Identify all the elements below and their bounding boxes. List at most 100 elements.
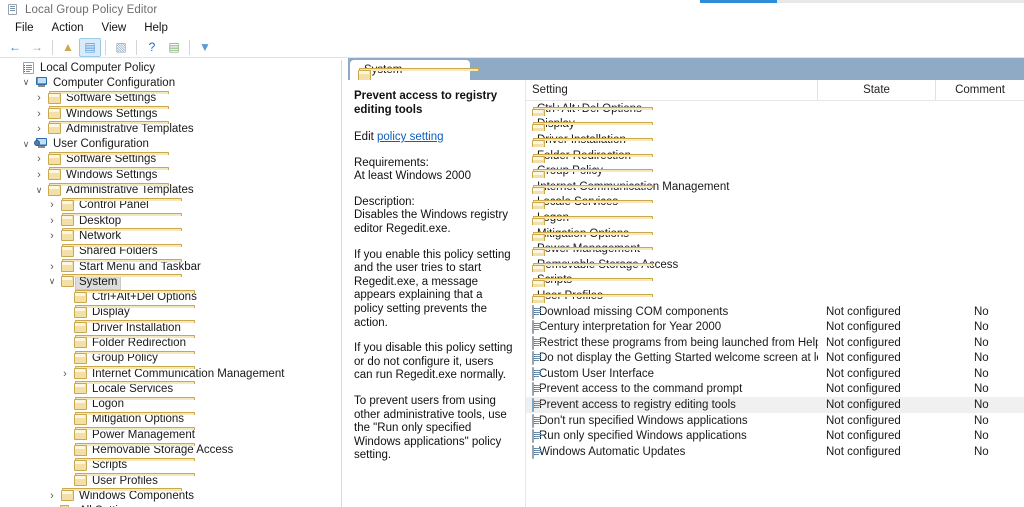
tree-node-display[interactable]: Display <box>0 304 341 320</box>
chevron-right-icon[interactable]: › <box>45 199 59 211</box>
folder-icon <box>46 182 169 197</box>
cell-state: Not configured <box>826 383 901 396</box>
tree-node-local-computer-policy[interactable]: Local Computer Policy <box>0 60 341 75</box>
tree-node-label: Windows Components <box>79 489 195 502</box>
menu-item-action[interactable]: Action <box>43 21 93 35</box>
table-row[interactable]: Logon <box>526 210 1024 226</box>
help-icon[interactable]: ? <box>141 38 163 57</box>
table-row[interactable]: Display <box>526 117 1024 133</box>
tree-node-removable-storage-access[interactable]: Removable Storage Access <box>0 442 341 457</box>
table-row[interactable]: Prevent access to registry editing tools… <box>526 397 1024 413</box>
chevron-down-icon[interactable]: ∨ <box>32 185 46 196</box>
table-row[interactable]: Folder Redirection <box>526 148 1024 164</box>
table-row[interactable]: Power Management <box>526 241 1024 257</box>
chevron-down-icon[interactable]: ∨ <box>45 276 59 287</box>
table-row[interactable]: Scripts <box>526 273 1024 289</box>
cell-comment: No <box>974 414 989 427</box>
tree-node-mitigation-options[interactable]: Mitigation Options <box>0 411 341 427</box>
chevron-right-icon[interactable]: › <box>45 215 59 227</box>
table-row[interactable]: Don't run specified Windows applications… <box>526 413 1024 429</box>
table-row[interactable]: Ctrl+Alt+Del Options <box>526 101 1024 117</box>
folder-icon <box>72 473 195 488</box>
window-title: Local Group Policy Editor <box>25 3 158 16</box>
folder-icon <box>72 427 195 442</box>
table-row[interactable]: Group Policy <box>526 163 1024 179</box>
tree-node-control-panel[interactable]: › Control Panel <box>0 197 341 213</box>
settings-list[interactable]: Setting State Comment Ctrl+Alt+Del Optio… <box>526 80 1024 507</box>
cell-setting: Don't run specified Windows applications <box>526 413 818 428</box>
chevron-right-icon[interactable]: › <box>32 92 46 104</box>
tree-node-windows-settings[interactable]: › Windows Settings <box>0 167 341 182</box>
back-arrow-icon[interactable]: ← <box>4 38 26 57</box>
policy-setting-link[interactable]: policy setting <box>377 131 443 143</box>
chevron-right-icon[interactable]: › <box>45 490 59 502</box>
tree-node-administrative-templates[interactable]: ∨ Administrative Templates <box>0 182 341 197</box>
column-header-state[interactable]: State <box>818 80 936 100</box>
tree-node-internet-communication-management[interactable]: › Internet Communication Management <box>0 366 341 381</box>
chevron-right-icon[interactable]: › <box>32 123 46 135</box>
table-row[interactable]: Restrict these programs from being launc… <box>526 335 1024 351</box>
tree-node-power-management[interactable]: Power Management <box>0 427 341 442</box>
table-row[interactable]: Driver Installation <box>526 132 1024 148</box>
tree-node-administrative-templates[interactable]: › Administrative Templates <box>0 121 341 136</box>
tree-node-folder-redirection[interactable]: Folder Redirection <box>0 335 341 350</box>
table-row[interactable]: Internet Communication Management <box>526 179 1024 195</box>
tree-node-scripts[interactable]: Scripts <box>0 457 341 473</box>
filter-icon[interactable]: ▼ <box>194 38 216 57</box>
cell-state: Not configured <box>826 367 901 380</box>
tree-node-ctrl-alt-del-options[interactable]: Ctrl+Alt+Del Options <box>0 289 341 304</box>
tree-node-user-profiles[interactable]: User Profiles <box>0 473 341 488</box>
folder-icon <box>72 442 195 457</box>
tree-node-shared-folders[interactable]: Shared Folders <box>0 243 341 259</box>
tree-node-user-configuration[interactable]: ∨ User Configuration <box>0 136 341 151</box>
column-header-setting[interactable]: Setting <box>526 80 818 100</box>
forward-arrow-icon[interactable]: → <box>26 38 48 57</box>
menu-item-help[interactable]: Help <box>135 21 177 35</box>
folder-icon <box>59 488 182 503</box>
table-row[interactable]: Do not display the Getting Started welco… <box>526 351 1024 367</box>
table-row[interactable]: User Profiles <box>526 288 1024 304</box>
console-tree-pane[interactable]: Local Computer Policy ∨ Computer Configura… <box>0 60 342 507</box>
chevron-right-icon[interactable]: › <box>32 153 46 165</box>
menu-item-view[interactable]: View <box>93 21 136 35</box>
table-row[interactable]: Download missing COM components Not confi… <box>526 304 1024 320</box>
tree-node-network[interactable]: › Network <box>0 228 341 243</box>
chevron-right-icon[interactable]: › <box>45 261 59 273</box>
tree-node-logon[interactable]: Logon <box>0 396 341 412</box>
tab-system[interactable]: System <box>350 60 479 81</box>
chevron-down-icon[interactable]: ∨ <box>19 139 33 150</box>
chevron-right-icon[interactable]: › <box>32 108 46 120</box>
chevron-right-icon[interactable]: › <box>45 230 59 242</box>
up-folder-icon[interactable]: ▲ <box>57 38 79 57</box>
show-details-icon[interactable]: ▤ <box>163 38 185 57</box>
tree-node-all-settings[interactable]: All Settings <box>0 504 341 507</box>
table-row[interactable]: Century interpretation for Year 2000 Not … <box>526 319 1024 335</box>
chevron-right-icon[interactable]: › <box>32 169 46 181</box>
column-header-comment[interactable]: Comment <box>936 80 1024 100</box>
tree-node-locale-services[interactable]: Locale Services <box>0 381 341 396</box>
tree-node-driver-installation[interactable]: Driver Installation <box>0 320 341 335</box>
show-tree-icon[interactable]: ▤ <box>79 37 101 57</box>
tree-node-start-menu-and-taskbar[interactable]: › Start Menu and Taskbar <box>0 259 341 274</box>
folder-icon <box>72 396 195 411</box>
table-row[interactable]: Mitigation Options <box>526 226 1024 242</box>
tree-node-group-policy[interactable]: Group Policy <box>0 350 341 366</box>
computer-config-icon <box>33 76 49 90</box>
table-row[interactable]: Custom User Interface Not configured No <box>526 366 1024 382</box>
table-row[interactable]: Removable Storage Access <box>526 257 1024 273</box>
export-list-icon[interactable]: ▧ <box>110 38 132 57</box>
tree-node-system[interactable]: ∨ System <box>0 273 341 290</box>
table-row[interactable]: Prevent access to the command prompt Not … <box>526 382 1024 398</box>
tree-node-desktop[interactable]: › Desktop <box>0 213 341 228</box>
tree-node-software-settings[interactable]: › Software Settings <box>0 151 341 167</box>
chevron-right-icon[interactable]: › <box>58 368 72 380</box>
tree-node-windows-settings[interactable]: › Windows Settings <box>0 106 341 121</box>
tree-node-software-settings[interactable]: › Software Settings <box>0 90 341 106</box>
table-row[interactable]: Run only specified Windows applications N… <box>526 428 1024 444</box>
chevron-down-icon[interactable]: ∨ <box>19 77 33 88</box>
menu-item-file[interactable]: File <box>6 21 43 35</box>
table-row[interactable]: Locale Services <box>526 195 1024 211</box>
table-row[interactable]: Windows Automatic Updates Not configured N… <box>526 444 1024 460</box>
tree-node-windows-components[interactable]: › Windows Components <box>0 488 341 503</box>
tree-node-computer-configuration[interactable]: ∨ Computer Configuration <box>0 75 341 90</box>
